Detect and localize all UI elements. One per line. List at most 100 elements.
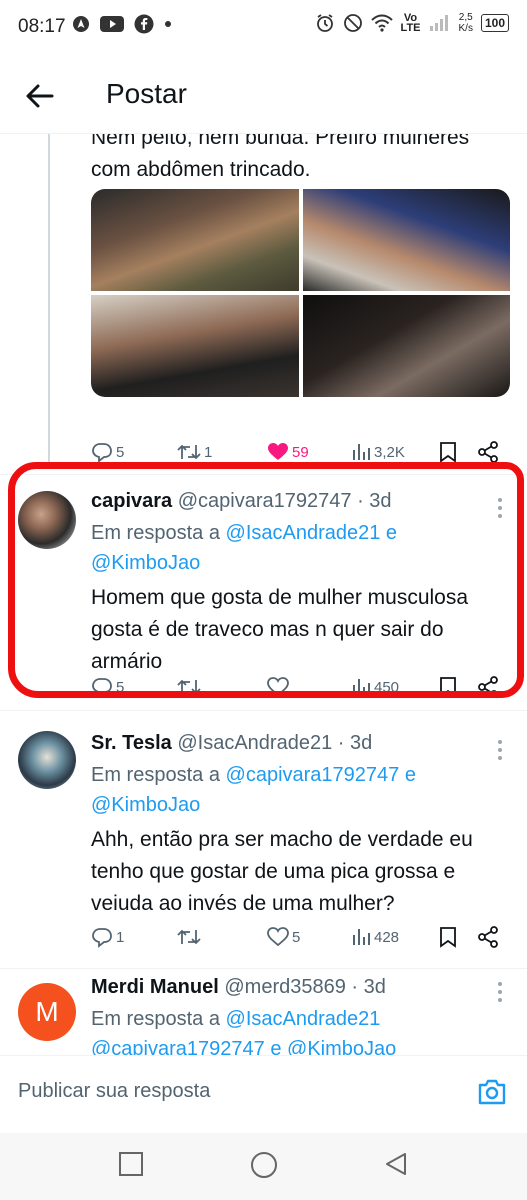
tweet-text: Ahh, então pra ser macho de verdade eu t… [91, 828, 473, 915]
tweet-text: Homem que gosta de mulher musculosa gost… [91, 586, 469, 673]
recents-square-icon[interactable] [118, 1151, 144, 1177]
status-time: 08:17 [18, 16, 66, 37]
more-options-icon[interactable] [497, 981, 503, 1003]
retweet-button[interactable] [177, 676, 201, 698]
handle[interactable]: @capivara1792747 [178, 490, 352, 512]
mention-link[interactable]: @KimboJao [91, 552, 200, 574]
tweet-media-grid [91, 189, 510, 397]
navigation-icon [73, 16, 89, 32]
reply-button[interactable]: 5 [91, 441, 124, 463]
facebook-icon [134, 14, 154, 34]
status-notification-icons [72, 14, 172, 34]
share-button[interactable] [477, 676, 499, 698]
bookmark-icon [440, 442, 456, 463]
mention-link[interactable]: @IsacAndrade21 [226, 1008, 381, 1030]
like-button[interactable]: 5 [267, 926, 300, 948]
reply-context: Em resposta a @IsacAndrade21 e @KimboJao [91, 522, 398, 574]
display-name[interactable]: Merdi Manuel [91, 976, 219, 998]
bookmark-button[interactable] [438, 441, 458, 463]
bookmark-button[interactable] [438, 926, 458, 948]
views-button[interactable]: 428 [351, 927, 399, 947]
reply-icon [92, 928, 112, 948]
back-button[interactable] [22, 78, 58, 114]
views-count: 428 [374, 928, 400, 946]
mention-link[interactable]: @capivara1792747 [226, 764, 400, 786]
views-chart-icon [353, 929, 370, 945]
tweet-actions: 5 1 59 3,2K [91, 440, 511, 464]
bookmark-icon [440, 677, 456, 698]
views-chart-icon [353, 444, 370, 460]
tweet-reply-srtesla[interactable]: Sr. Tesla @IsacAndrade21 · 3d Em respost… [0, 711, 527, 967]
mention-link[interactable]: @KimboJao [287, 1038, 396, 1055]
reply-context: Em resposta a @capivara1792747 e @KimboJ… [91, 764, 416, 816]
avatar[interactable] [18, 731, 76, 789]
tweet-actions: 1 5 428 [91, 925, 511, 949]
status-system-icons: Vo LTE 2,5 K/s 100 [315, 12, 509, 34]
like-button[interactable] [267, 676, 289, 698]
reply-composer[interactable]: Publicar sua resposta [0, 1055, 527, 1133]
handle[interactable]: @IsacAndrade21 [177, 732, 332, 754]
tweet-reply-capivara[interactable]: capivara @capivara1792747 · 3d Em respos… [0, 475, 527, 700]
wifi-icon [370, 14, 393, 32]
more-options-icon[interactable] [497, 497, 503, 519]
media-photo-3[interactable] [91, 295, 299, 397]
reply-context: Em resposta a @IsacAndrade21 @capivara17… [91, 1004, 521, 1055]
reply-input[interactable]: Publicar sua resposta [18, 1080, 210, 1103]
views-count: 3,2K [374, 443, 405, 461]
mention-link[interactable]: @IsacAndrade21 [226, 522, 381, 544]
reply-button[interactable]: 1 [91, 926, 124, 948]
display-name[interactable]: Sr. Tesla [91, 732, 172, 754]
home-circle-icon[interactable] [250, 1151, 278, 1179]
retweet-button[interactable]: 1 [177, 441, 212, 463]
retweet-icon [177, 444, 201, 460]
bookmark-icon [440, 927, 456, 948]
mention-link[interactable]: @capivara1792747 [91, 1038, 265, 1055]
tweet-text: Nem peito, nem bunda. Prefiro mulheres c… [91, 134, 470, 181]
camera-icon [478, 1079, 506, 1105]
signal-icon [429, 15, 448, 31]
views-count: 450 [374, 678, 400, 696]
page-title: Postar [106, 78, 187, 109]
bookmark-button[interactable] [438, 676, 458, 698]
display-name[interactable]: capivara [91, 490, 172, 512]
back-triangle-icon[interactable] [383, 1151, 409, 1177]
retweet-icon [177, 929, 201, 945]
tweet-author-line: capivara @capivara1792747 · 3d [91, 490, 392, 513]
share-icon [478, 441, 498, 463]
tweet-author-line: Sr. Tesla @IsacAndrade21 · 3d [91, 732, 372, 755]
views-button[interactable]: 3,2K [351, 442, 405, 462]
reply-count: 1 [116, 928, 125, 946]
network-speed: 2,5 K/s [458, 12, 473, 34]
tweet-time: · 3d [357, 490, 392, 512]
handle[interactable]: @merd35869 [224, 976, 345, 998]
tweet-parent[interactable]: Nem peito, nem bunda. Prefiro mulheres c… [0, 134, 527, 464]
alarm-icon [316, 14, 333, 32]
arrow-left-icon [26, 84, 54, 108]
mention-link[interactable]: @KimboJao [91, 794, 200, 816]
retweet-button[interactable] [177, 926, 201, 948]
heart-icon [267, 677, 289, 697]
tweet-author-line: Merdi Manuel @merd35869 · 3d [91, 976, 386, 999]
more-options-icon[interactable] [497, 739, 503, 761]
avatar[interactable]: M [18, 983, 76, 1041]
heart-filled-icon [268, 443, 288, 460]
camera-button[interactable] [477, 1078, 507, 1111]
media-photo-4[interactable] [302, 295, 510, 397]
share-button[interactable] [477, 441, 499, 463]
reply-button[interactable]: 5 [91, 676, 124, 698]
like-count: 59 [292, 443, 309, 461]
share-icon [478, 926, 498, 948]
share-button[interactable] [477, 926, 499, 948]
tweet-time: · 3d [351, 976, 386, 998]
like-button[interactable]: 59 [267, 441, 309, 463]
dnd-icon [343, 14, 362, 32]
retweet-icon [177, 679, 201, 695]
media-photo-1[interactable] [91, 189, 299, 291]
share-icon [478, 676, 498, 698]
tweet-actions: 5 450 [91, 675, 511, 699]
tweet-reply-merdi[interactable]: M Merdi Manuel @merd35869 · 3d Em respos… [0, 969, 527, 1055]
conversation-feed[interactable]: Nem peito, nem bunda. Prefiro mulheres c… [0, 134, 527, 1055]
media-photo-2[interactable] [302, 189, 510, 291]
avatar[interactable] [18, 491, 76, 549]
views-button[interactable]: 450 [351, 677, 399, 697]
